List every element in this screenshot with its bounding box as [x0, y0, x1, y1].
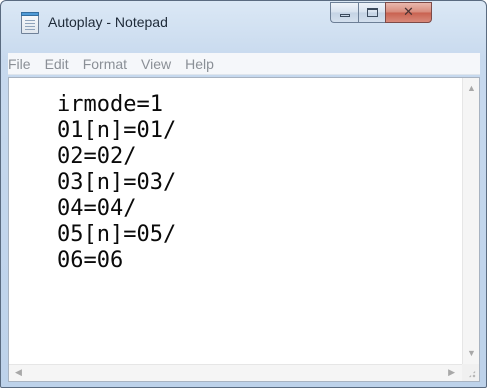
scroll-down-icon[interactable]: ▼ — [467, 349, 476, 358]
text-editor[interactable]: irmode=1 01[n]=01/ 02=02/ 03[n]=03/ 04=0… — [8, 77, 480, 382]
title-bar[interactable]: Autoplay - Notepad ✕ — [1, 1, 486, 47]
vertical-scrollbar[interactable]: ▲ ▼ — [462, 78, 479, 364]
notepad-icon[interactable] — [21, 12, 39, 34]
menu-view[interactable]: View — [134, 56, 178, 72]
scroll-right-icon[interactable]: ▶ — [448, 368, 455, 377]
menu-file[interactable]: File — [8, 56, 38, 72]
window-title: Autoplay - Notepad — [48, 14, 168, 30]
minimize-button[interactable] — [330, 2, 358, 23]
menu-help[interactable]: Help — [178, 56, 221, 72]
caption-buttons: ✕ — [330, 2, 432, 23]
editor-content[interactable]: irmode=1 01[n]=01/ 02=02/ 03[n]=03/ 04=0… — [57, 92, 176, 274]
close-button[interactable]: ✕ — [385, 2, 432, 23]
close-icon: ✕ — [403, 5, 414, 20]
minimize-icon — [339, 14, 350, 17]
resize-grip-icon[interactable] — [462, 364, 479, 381]
maximize-icon — [366, 8, 378, 17]
scroll-left-icon[interactable]: ◀ — [15, 368, 22, 377]
maximize-button[interactable] — [358, 2, 385, 23]
horizontal-scrollbar[interactable]: ◀ ▶ — [9, 364, 463, 381]
menu-edit[interactable]: Edit — [38, 56, 76, 72]
scroll-up-icon[interactable]: ▲ — [467, 84, 476, 93]
menu-format[interactable]: Format — [76, 56, 134, 72]
notepad-window: Autoplay - Notepad ✕ File Edit Format Vi… — [0, 0, 487, 388]
menu-bar: File Edit Format View Help — [8, 53, 480, 75]
